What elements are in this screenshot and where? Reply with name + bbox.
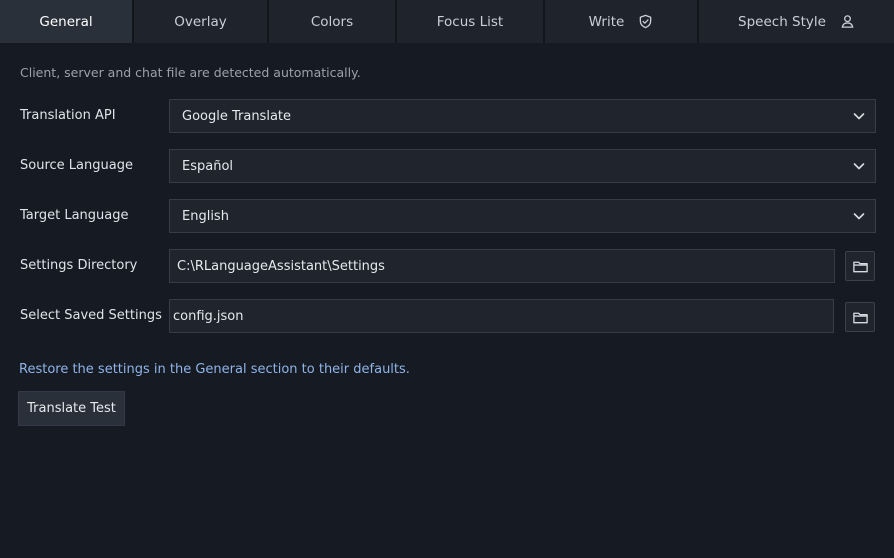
chevron-down-icon [853, 213, 865, 220]
source-language-label: Source Language [20, 158, 133, 173]
target-language-value: English [182, 208, 229, 224]
tab-colors-label: Colors [310, 13, 354, 30]
settings-directory-label: Settings Directory [20, 258, 138, 273]
translation-api-label: Translation API [20, 108, 116, 123]
tab-focus-list[interactable]: Focus List [397, 0, 545, 43]
saved-settings-value: config.json [173, 308, 244, 324]
tab-focus-list-label: Focus List [436, 13, 504, 30]
user-icon [840, 14, 855, 29]
chevron-down-icon [853, 163, 865, 170]
translation-api-select[interactable]: Google Translate [169, 99, 876, 133]
source-language-select[interactable]: Español [169, 149, 876, 183]
shield-check-icon [638, 14, 653, 29]
tab-write[interactable]: Write [545, 0, 699, 43]
translate-test-button[interactable]: Translate Test [18, 391, 125, 426]
settings-directory-value: C:\RLanguageAssistant\Settings [177, 258, 385, 274]
tab-overlay-label: Overlay [174, 13, 227, 30]
tab-write-label: Write [588, 13, 625, 30]
tab-colors[interactable]: Colors [269, 0, 397, 43]
folder-icon [852, 312, 868, 323]
target-language-select[interactable]: English [169, 199, 876, 233]
folder-icon [852, 261, 868, 272]
translation-api-value: Google Translate [182, 108, 292, 124]
saved-settings-label: Select Saved Settings [20, 308, 162, 323]
tab-speech-style-label: Speech Style [738, 13, 826, 30]
browse-settings-directory-button[interactable] [845, 251, 875, 281]
tab-general[interactable]: General [0, 0, 134, 43]
saved-settings-input[interactable]: config.json [169, 299, 834, 333]
tab-general-label: General [39, 13, 93, 30]
tab-bar: General Overlay Colors Focus List Write … [0, 0, 894, 43]
target-language-label: Target Language [20, 208, 129, 223]
restore-defaults-link[interactable]: Restore the settings in the General sect… [19, 362, 410, 377]
tab-speech-style[interactable]: Speech Style [699, 0, 894, 43]
chevron-down-icon [853, 113, 865, 120]
browse-saved-settings-button[interactable] [845, 302, 875, 332]
auto-detect-hint: Client, server and chat file are detecte… [20, 65, 361, 80]
source-language-value: Español [182, 158, 234, 174]
settings-directory-input[interactable]: C:\RLanguageAssistant\Settings [169, 249, 835, 283]
tab-overlay[interactable]: Overlay [134, 0, 269, 43]
